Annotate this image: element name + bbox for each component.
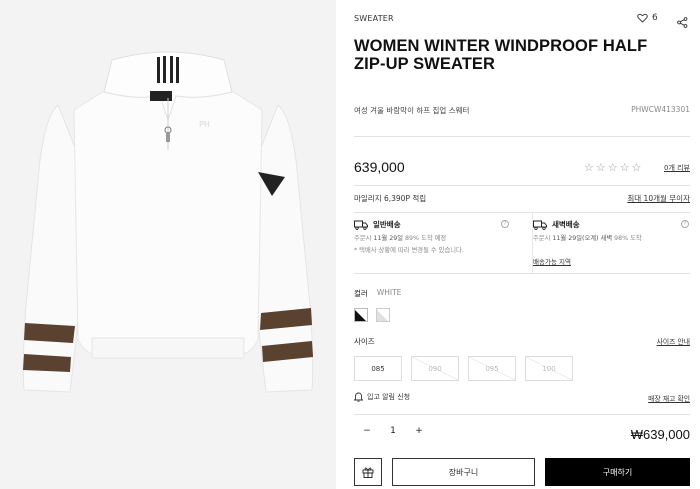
eta-suffix: 89% 도착 예정 <box>405 235 447 242</box>
installment-link[interactable]: 최대 10개월 무이자 <box>627 193 690 204</box>
truck-icon <box>354 220 368 230</box>
wishlist-count: 6 <box>652 13 658 23</box>
divider <box>354 136 690 137</box>
heart-icon <box>637 13 648 23</box>
eta-prefix: 주문시 <box>533 235 551 242</box>
restock-alert-label: 입고 알림 신청 <box>367 393 411 401</box>
product-info: SWEATER 6 WOMEN WINTER WINDPROOF HALF ZI… <box>354 0 690 489</box>
size-option-090[interactable]: 090 <box>411 356 459 381</box>
gift-icon <box>362 467 374 478</box>
product-title: WOMEN WINTER WINDPROOF HALF ZIP-UP SWEAT… <box>354 37 648 73</box>
star-icon: ☆ <box>619 161 630 174</box>
share-icon <box>677 17 688 28</box>
mileage-text: 마일리지 6,390P 적립 <box>354 194 427 203</box>
standard-shipping-title: 일반배송 <box>373 220 401 229</box>
wishlist-button[interactable]: 6 <box>637 13 658 23</box>
standard-shipping-eta: 주문시 11월 29일 89% 도착 예정 <box>354 233 514 242</box>
reviews-link[interactable]: 0개 리뷰 <box>664 163 690 173</box>
restock-alert-button[interactable]: 입고 알림 신청 <box>354 392 410 402</box>
standard-shipping: 일반배송 주문시 11월 29일 89% 도착 예정 * 택배사 상황에 따라 … <box>354 213 514 254</box>
truck-icon <box>533 220 547 230</box>
sweater-illustration: PH <box>22 51 314 393</box>
quantity-stepper: − 1 + <box>354 426 432 436</box>
color-selected: WHITE <box>376 288 402 297</box>
svg-text:PH: PH <box>199 120 210 129</box>
store-stock-link[interactable]: 매장 재고 확인 <box>648 393 690 403</box>
eta-date: 11월 29일 <box>373 235 404 242</box>
divider <box>354 414 690 415</box>
dawn-shipping-title: 새벽배송 <box>552 220 580 229</box>
rating-stars: ☆ ☆ ☆ ☆ ☆ <box>584 161 641 174</box>
bell-icon <box>354 392 363 402</box>
eta-prefix: 주문시 <box>354 235 372 242</box>
dawn-shipping: 새벽배송 주문시 11월 29일(오계) 새벽 98% 도착 배송가능 지역 <box>532 213 690 273</box>
color-swatch-white[interactable] <box>376 308 390 322</box>
size-guide-link[interactable]: 사이즈 안내 <box>657 336 690 346</box>
standard-shipping-note: * 택배사 상황에 따라 변경될 수 있습니다. <box>354 247 464 254</box>
size-option-095[interactable]: 095 <box>468 356 516 381</box>
size-option-085[interactable]: 085 <box>354 356 402 381</box>
star-icon: ☆ <box>631 161 642 174</box>
eta-date: 11월 29일(오계) 새벽 <box>552 235 613 242</box>
divider <box>354 185 690 186</box>
add-to-cart-button[interactable]: 장바구니 <box>392 458 535 486</box>
color-label: 컬러 <box>354 289 368 298</box>
delivery-area-link[interactable]: 배송가능 지역 <box>533 256 690 266</box>
quantity-plus-button[interactable]: + <box>406 426 432 436</box>
total-price: ₩639,000 <box>630 427 690 442</box>
size-label: 사이즈 <box>354 337 375 346</box>
help-icon[interactable]: ? <box>681 220 689 228</box>
share-button[interactable] <box>677 13 688 32</box>
star-icon: ☆ <box>584 161 594 174</box>
size-option-100[interactable]: 100 <box>525 356 573 381</box>
eta-suffix: 98% 도착 <box>614 235 642 242</box>
product-price: 639,000 <box>354 159 405 175</box>
product-subtitle: 여성 겨울 바람막이 하프 집업 스웨터 <box>354 106 470 115</box>
buy-now-button[interactable]: 구매하기 <box>545 458 690 486</box>
product-image: PH <box>0 0 336 489</box>
gift-button[interactable] <box>354 458 382 486</box>
color-swatch-black[interactable] <box>354 308 368 322</box>
star-icon: ☆ <box>595 161 606 174</box>
star-icon: ☆ <box>607 161 618 174</box>
product-code: PHWCW413301 <box>631 105 690 114</box>
shipping-info: 일반배송 주문시 11월 29일 89% 도착 예정 * 택배사 상황에 따라 … <box>354 212 690 274</box>
category-label: SWEATER <box>354 14 394 23</box>
color-header: 컬러 WHITE <box>354 288 401 299</box>
quantity-value[interactable]: 1 <box>380 426 406 436</box>
dawn-shipping-eta: 주문시 11월 29일(오계) 새벽 98% 도착 <box>533 233 690 242</box>
quantity-minus-button[interactable]: − <box>354 426 380 436</box>
help-icon[interactable]: ? <box>501 220 509 228</box>
